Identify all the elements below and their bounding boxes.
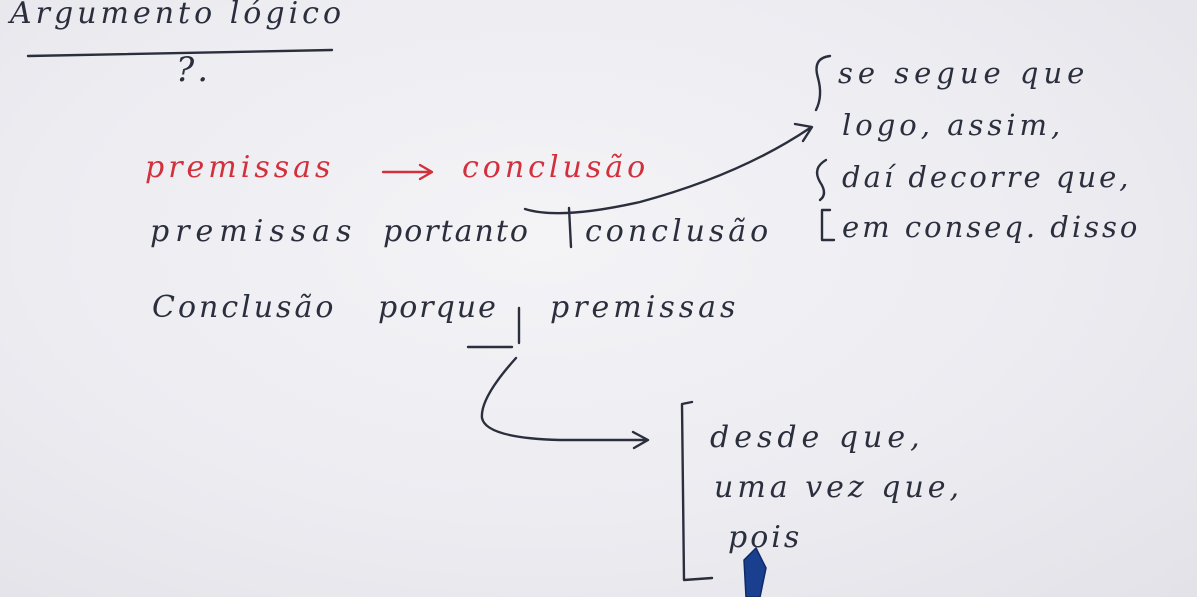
- row3-premise: premissas: [550, 290, 740, 325]
- row2-conclusion: conclusão: [585, 214, 773, 249]
- connector-arrow-premise: [480, 356, 650, 450]
- row1-premise: premissas: [145, 150, 335, 185]
- bracket-conclusion-top: [814, 54, 832, 112]
- conclusion-indicator-2: logo, assim,: [842, 108, 1065, 142]
- conclusion-indicator-4: em conseq. disso: [842, 210, 1141, 244]
- red-arrow: [381, 163, 434, 181]
- row2-connective: portanto: [383, 214, 530, 249]
- premise-indicator-2: uma vez que,: [714, 470, 964, 505]
- row1-conclusion: conclusão: [462, 150, 650, 185]
- whiteboard: Argumento lógico ?. premissas conclusão …: [0, 0, 1197, 597]
- bracket-conclusion-bottom: [820, 208, 836, 242]
- row3-conclusion: Conclusão: [152, 290, 337, 325]
- row3-connective: porque: [378, 290, 498, 325]
- pen-tip: [743, 547, 767, 597]
- page-title: Argumento lógico: [10, 0, 346, 31]
- bracket-premise: [680, 400, 714, 582]
- conclusion-indicator-1: se segue que: [838, 56, 1090, 90]
- premise-indicator-1: desde que,: [710, 420, 925, 455]
- conclusion-indicator-3: daí decorre que,: [842, 160, 1132, 194]
- row2-premise: premissas: [150, 214, 358, 249]
- bracket-conclusion-mid: [815, 158, 828, 202]
- premise-indicator-3: pois: [728, 520, 803, 555]
- title-question-mark: ?.: [176, 50, 212, 90]
